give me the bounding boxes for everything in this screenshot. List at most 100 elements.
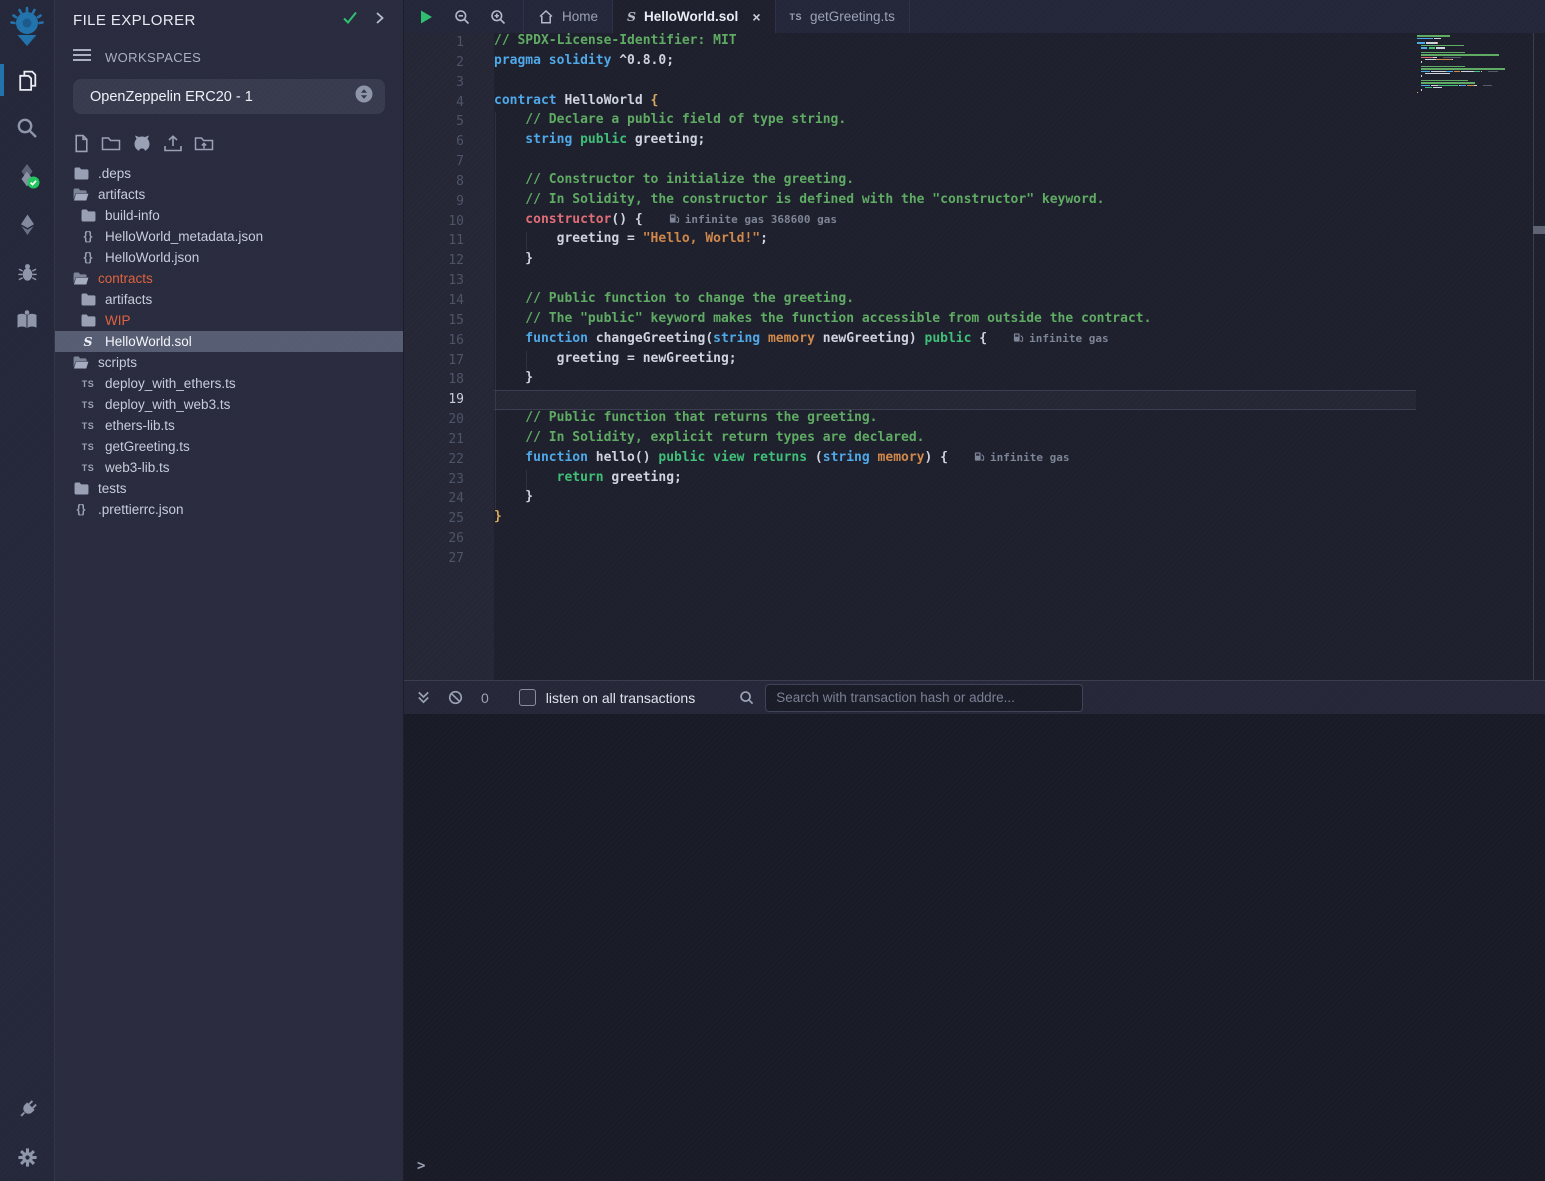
terminal-search-input[interactable] [765,684,1083,712]
code-line[interactable]: } [494,251,1545,271]
code-line[interactable] [494,390,1545,410]
learneth-icon[interactable] [0,296,54,344]
tree-item-deploy-with-web3-ts[interactable]: TSdeploy_with_web3.ts [55,394,403,415]
code-line[interactable] [494,549,1545,569]
code-line[interactable]: greeting = "Hello, World!"; [494,231,1545,251]
code-line[interactable]: // Constructor to initialize the greetin… [494,172,1545,192]
accept-check-icon[interactable] [342,10,358,30]
code-line[interactable]: } [494,370,1545,390]
tree-item-helloworld-json[interactable]: {}HelloWorld.json [55,247,403,268]
tab-getgreeting-ts[interactable]: TSgetGreeting.ts [775,0,910,33]
tree-item-contracts[interactable]: contracts [55,268,403,289]
line-number: 9 [404,192,464,212]
tab-helloworld-sol[interactable]: SHelloWorld.sol× [612,0,775,33]
tab-home[interactable]: Home [523,0,613,33]
listen-transactions-checkbox[interactable] [519,689,536,706]
code-line[interactable] [494,529,1545,549]
terminal[interactable]: > [404,714,1545,1181]
gas-estimate-annotation: infinite gas [1013,332,1108,345]
tree-item-artifacts[interactable]: artifacts [55,184,403,205]
upload-file-icon[interactable] [163,134,183,153]
code-line[interactable]: // SPDX-License-Identifier: MIT [494,33,1545,53]
tree-item-build-info[interactable]: build-info [55,205,403,226]
tree-item--prettierrc-json[interactable]: {}.prettierrc.json [55,499,403,520]
code-line[interactable] [494,271,1545,291]
line-number-gutter: 1234567891011121314151617181920212223242… [404,33,494,680]
code-line[interactable]: // Public function that returns the gree… [494,410,1545,430]
run-script-icon[interactable] [418,9,434,25]
code-line[interactable]: contract HelloWorld { [494,93,1545,113]
line-number: 22 [404,450,464,470]
tree-item-deploy-with-ethers-ts[interactable]: TSdeploy_with_ethers.ts [55,373,403,394]
tree-item-helloworld-sol[interactable]: SHelloWorld.sol [55,331,403,352]
line-number: 13 [404,271,464,291]
code-line[interactable]: greeting = newGreeting; [494,351,1545,371]
zoom-out-icon[interactable] [454,9,470,25]
tree-item-artifacts[interactable]: artifacts [55,289,403,310]
code-editor[interactable]: 1234567891011121314151617181920212223242… [404,33,1545,680]
code-line[interactable]: constructor() {infinite gas 368600 gas [494,212,1545,232]
github-clone-icon[interactable] [132,134,152,153]
code-line[interactable] [494,152,1545,172]
line-number: 2 [404,53,464,73]
code-line[interactable]: // Declare a public field of type string… [494,112,1545,132]
file-explorer-icon[interactable] [0,56,54,104]
tree-item-getgreeting-ts[interactable]: TSgetGreeting.ts [55,436,403,457]
new-folder-icon[interactable] [101,135,121,152]
clear-console-icon[interactable] [448,690,463,705]
editor-controls [404,0,524,33]
remix-logo-icon[interactable] [0,0,54,56]
workspaces-menu-icon[interactable] [73,48,91,67]
tree-item--deps[interactable]: .deps [55,163,403,184]
search-icon[interactable] [0,104,54,152]
workspace-select-toggle-icon[interactable] [355,85,373,108]
folder-icon [73,482,89,495]
code-line[interactable]: } [494,489,1545,509]
line-number: 19 [404,390,464,410]
expand-terminal-icon[interactable] [416,690,431,705]
tree-item-web3-lib-ts[interactable]: TSweb3-lib.ts [55,457,403,478]
line-number: 12 [404,251,464,271]
minimap[interactable] [1417,35,1517,98]
code-line[interactable]: // In Solidity, explicit return types ar… [494,430,1545,450]
workspaces-row: WORKSPACES [55,36,403,73]
settings-icon[interactable] [0,1133,54,1181]
workspace-select[interactable]: OpenZeppelin ERC20 - 1 [73,79,385,114]
new-file-icon[interactable] [73,134,90,153]
debugger-icon[interactable] [0,248,54,296]
deploy-run-icon[interactable] [0,200,54,248]
chevron-right-icon[interactable] [374,11,385,30]
tree-item-tests[interactable]: tests [55,478,403,499]
upload-folder-icon[interactable] [194,135,214,152]
code-line[interactable]: function hello() public view returns (st… [494,450,1545,470]
ts-icon: TS [80,463,96,473]
tree-item-wip[interactable]: WIP [55,310,403,331]
line-number: 25 [404,509,464,529]
code-line[interactable]: } [494,509,1545,529]
code-line[interactable]: // The "public" keyword makes the functi… [494,311,1545,331]
code-line[interactable]: // Public function to change the greetin… [494,291,1545,311]
code-line[interactable]: function changeGreeting(string memory ne… [494,331,1545,351]
folder-icon [80,293,96,306]
code-content[interactable]: // SPDX-License-Identifier: MITpragma so… [494,33,1545,680]
folder-open-icon [73,272,89,285]
close-tab-icon[interactable]: × [752,9,760,25]
code-line[interactable]: string public greeting; [494,132,1545,152]
zoom-in-icon[interactable] [490,9,506,25]
listen-transactions-label: listen on all transactions [546,690,695,706]
solidity-icon: S [627,9,636,24]
solidity-compiler-icon[interactable] [0,152,54,200]
activity-bar [0,0,55,1181]
tree-item-ethers-lib-ts[interactable]: TSethers-lib.ts [55,415,403,436]
code-line[interactable]: // In Solidity, the constructor is defin… [494,192,1545,212]
tree-item-scripts[interactable]: scripts [55,352,403,373]
line-number: 16 [404,331,464,351]
solidity-icon: S [80,334,96,349]
terminal-prompt[interactable]: > [417,1158,425,1174]
code-line[interactable]: pragma solidity ^0.8.0; [494,53,1545,73]
plugin-manager-icon[interactable] [0,1085,54,1133]
code-line[interactable] [494,73,1545,93]
code-line[interactable]: return greeting; [494,470,1545,490]
tree-item-helloworld-metadata-json[interactable]: {}HelloWorld_metadata.json [55,226,403,247]
gas-estimate-annotation: infinite gas [974,451,1069,464]
